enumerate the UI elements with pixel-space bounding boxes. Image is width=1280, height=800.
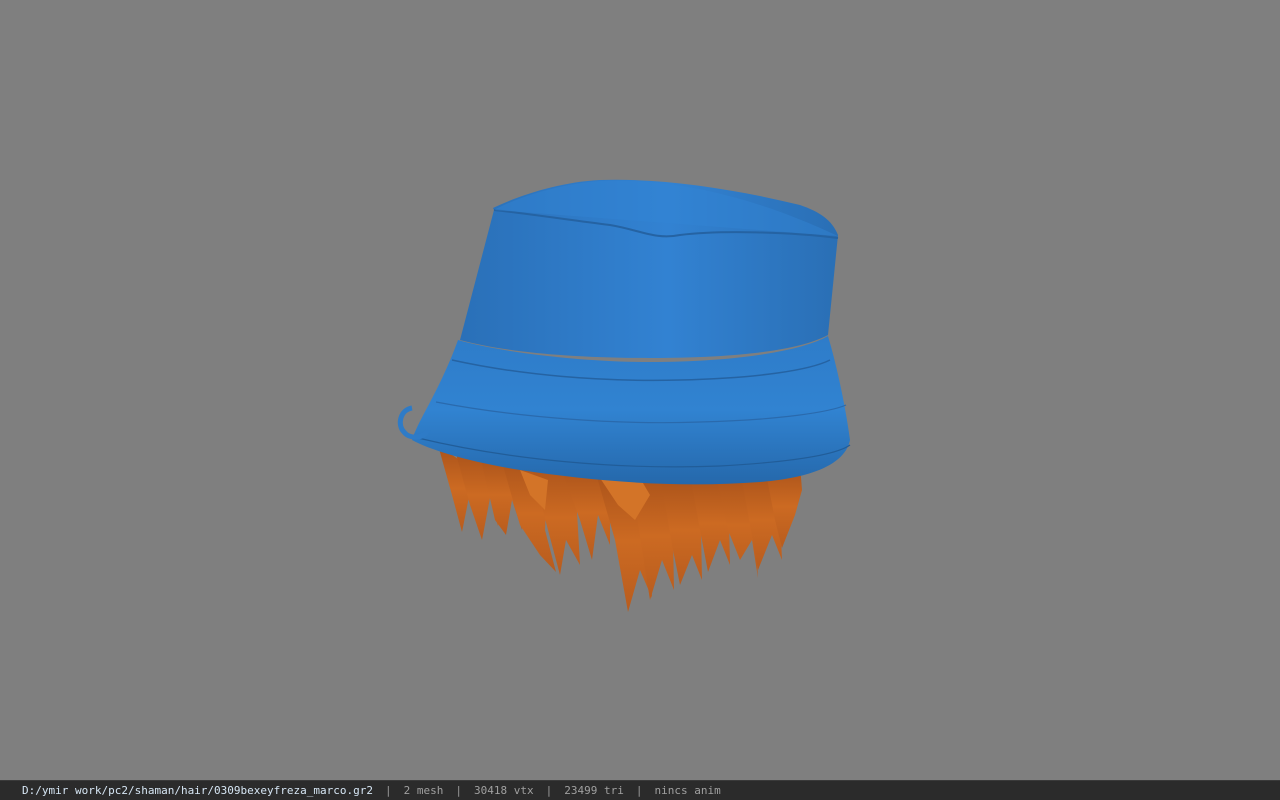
- mesh-count: 2 mesh: [403, 784, 444, 797]
- 3d-viewport[interactable]: [0, 0, 1280, 780]
- separator: |: [635, 784, 643, 797]
- separator: |: [545, 784, 553, 797]
- hat-mesh: [397, 179, 851, 485]
- separator: |: [455, 784, 462, 797]
- triangle-count: 23499 tri: [564, 784, 624, 797]
- separator: |: [385, 784, 392, 797]
- anim-status: nincs anim: [654, 784, 721, 797]
- status-bar: D:/ymir work/pc2/shaman/hair/0309bexeyfr…: [0, 780, 1280, 800]
- file-path: D:/ymir work/pc2/shaman/hair/0309bexeyfr…: [22, 784, 373, 797]
- model-render: [397, 179, 851, 612]
- vertex-count: 30418 vtx: [474, 784, 534, 797]
